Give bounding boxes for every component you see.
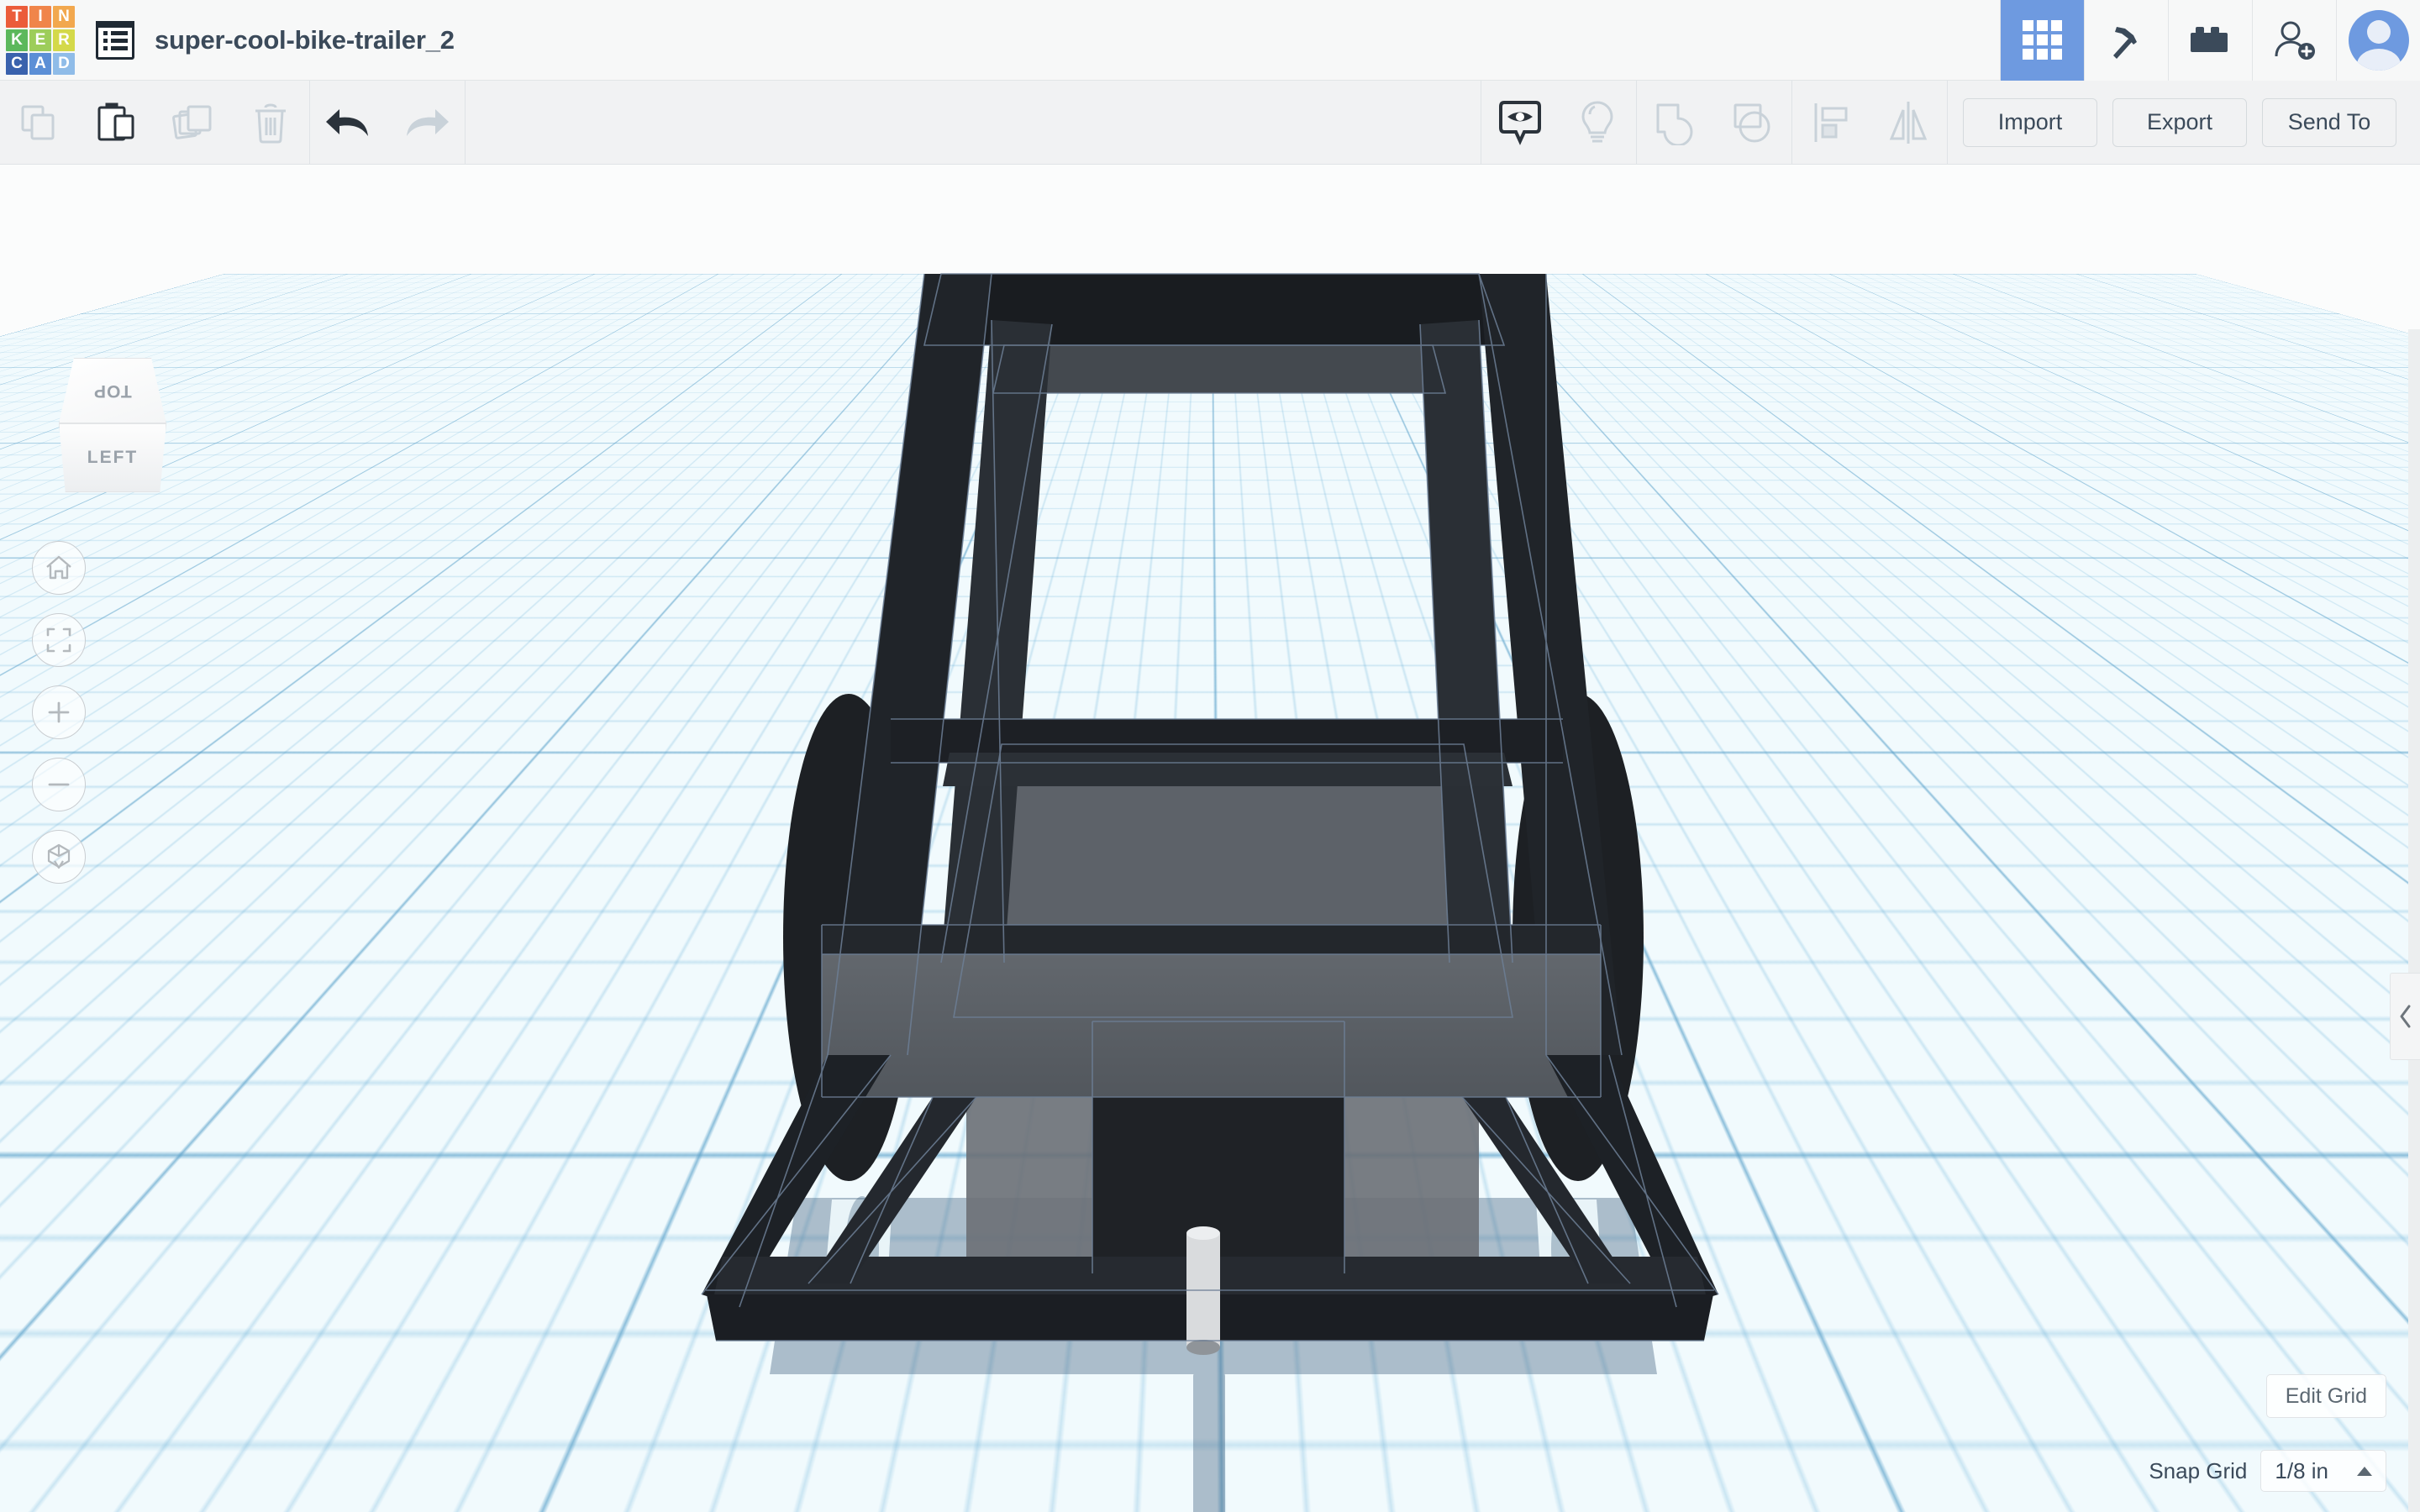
view-cube-front-face[interactable]: LEFT [59,423,166,492]
doc-line [111,31,128,35]
logo-tile-c: C [6,53,28,75]
grid-9-glyph [2023,20,2062,60]
pickaxe-icon[interactable] [2084,0,2168,81]
add-person-icon[interactable] [2252,0,2336,81]
chevron-left-icon [2398,1004,2413,1029]
mirror-flip-icon [1886,100,1930,145]
view-cube-top-face[interactable]: TOP [59,358,166,423]
panel-collapse-handle[interactable] [2390,973,2420,1060]
show-hide-button[interactable] [1481,81,1559,165]
snap-grid-label: Snap Grid [2149,1458,2247,1484]
minus-icon [46,772,71,797]
view-cube-front-label: LEFT [87,448,139,468]
toolbar-divider [465,81,466,165]
duplicate-button[interactable] [155,81,232,165]
logo-tile-k: K [6,29,28,51]
ungroup-button[interactable] [1714,81,1791,165]
redo-button[interactable] [387,81,465,165]
delete-button[interactable] [232,81,309,165]
design-canvas[interactable]: TOP LEFT [0,165,2420,1512]
account-menu[interactable] [2336,0,2420,81]
copy-button[interactable] [0,81,77,165]
doc-line [111,46,128,50]
document-list-icon[interactable] [96,21,134,60]
redo-icon [402,104,450,141]
logo-tile-t: T [6,6,28,28]
caret-up-icon [2357,1467,2372,1476]
header-right-actions [2000,0,2420,81]
edit-grid-button[interactable]: Edit Grid [2266,1374,2386,1418]
avatar [2349,10,2409,71]
undo-icon [324,104,373,141]
zoom-out-button[interactable] [32,758,86,811]
doc-line [111,39,128,43]
paste-icon [95,101,137,144]
logo-tile-r: R [53,29,75,51]
snap-grid-control: Snap Grid 1/8 in [2149,1450,2386,1492]
tinkercad-app: T I N K E R C A D super-cool-bike-traile… [0,0,2420,1512]
mirror-button[interactable] [1870,81,1947,165]
logo-tile-i: I [29,6,51,28]
ungroup-icon [1730,100,1776,145]
view-cube[interactable]: TOP LEFT [52,356,174,499]
export-button[interactable]: Export [2112,98,2247,147]
logo-tile-e: E [29,29,51,51]
view-navigation-controls [32,541,86,884]
projection-toggle-button[interactable] [32,830,86,884]
add-person-glyph [2272,19,2317,61]
home-icon [45,554,73,582]
align-button[interactable] [1792,81,1870,165]
cube-arrow-icon [45,843,73,871]
logo-tile-d: D [53,53,75,75]
fit-frame-icon [45,627,72,654]
edit-toolbar: Import Export Send To [0,81,2420,165]
tinkercad-logo[interactable]: T I N K E R C A D [3,3,77,77]
right-panel-edge [2408,329,2420,1512]
snap-grid-value: 1/8 in [2275,1458,2328,1484]
grid-apps-icon[interactable] [2000,0,2084,81]
duplicate-icon [171,102,215,144]
snap-grid-select[interactable]: 1/8 in [2260,1450,2386,1492]
workplane-grid[interactable] [224,165,2196,274]
logo-tile-n: N [53,6,75,28]
show-hide-eye-icon [1497,99,1543,146]
pickaxe-glyph [2105,18,2149,62]
group-button[interactable] [1637,81,1714,165]
send-to-button[interactable]: Send To [2262,98,2396,147]
align-tool-group [1792,81,1947,165]
grouping-tool-group [1637,81,1791,165]
plus-icon [46,700,71,725]
lightbulb-icon [1579,99,1616,146]
paste-button[interactable] [77,81,155,165]
trash-icon [251,101,290,144]
doc-bullet [103,31,108,35]
clipboard-tool-group [0,81,309,165]
toolbar-divider [1947,81,1948,165]
fit-to-view-button[interactable] [32,613,86,667]
visibility-tool-group [1481,81,1636,165]
lego-brick-icon[interactable] [2168,0,2252,81]
zoom-in-button[interactable] [32,685,86,739]
doc-bullet [103,39,108,43]
logo-tile-a: A [29,53,51,75]
align-icon [1809,100,1853,145]
workplane-container [0,165,2420,1512]
page-title[interactable]: super-cool-bike-trailer_2 [155,25,455,55]
note-button[interactable] [1559,81,1636,165]
doc-bullet [103,46,108,50]
import-button[interactable]: Import [1963,98,2097,147]
group-icon [1653,100,1698,145]
lego-brick-glyph [2189,24,2233,57]
undo-button[interactable] [310,81,387,165]
view-cube-top-label: TOP [93,381,132,401]
home-view-button[interactable] [32,541,86,595]
history-tool-group [310,81,465,165]
copy-icon [18,102,60,144]
top-bar: T I N K E R C A D super-cool-bike-traile… [0,0,2420,81]
